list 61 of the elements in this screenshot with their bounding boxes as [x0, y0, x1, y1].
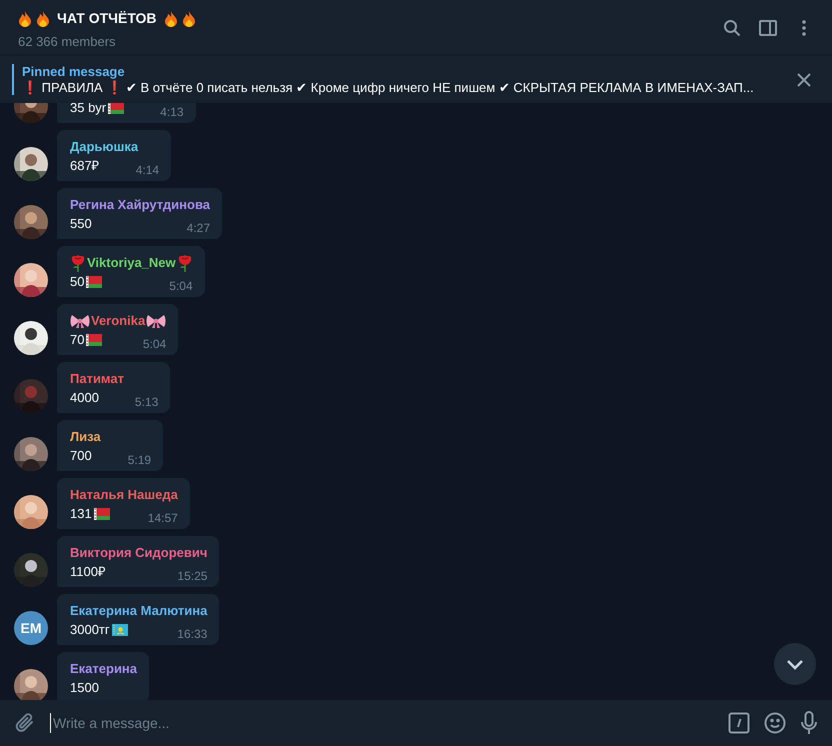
flag-icon	[112, 624, 128, 636]
message-text: 3000тг	[70, 621, 110, 639]
member-count: 62 366 members	[18, 33, 117, 51]
message-time: 4:14	[134, 162, 160, 179]
scroll-down-button[interactable]	[774, 643, 816, 685]
microphone-icon[interactable]	[800, 711, 818, 735]
message-time: 16:33	[176, 626, 208, 643]
message-time: 4:13	[159, 104, 184, 121]
message-text: 700	[70, 447, 92, 465]
pinned-label: Pinned message	[22, 64, 126, 80]
slash-command-icon[interactable]	[728, 712, 750, 734]
bow-icon	[70, 312, 90, 328]
message-text: 1500	[70, 679, 99, 697]
message-text: 50	[70, 273, 84, 291]
sender-name[interactable]: Виктория Сидоревич	[70, 542, 208, 562]
panel-icon	[759, 20, 777, 36]
message-text: 4000	[70, 389, 99, 407]
rose-icon	[176, 254, 193, 272]
avatar-initials[interactable]: EM	[14, 611, 48, 645]
message-text: 70	[70, 331, 84, 349]
flag-icon	[94, 508, 110, 520]
message-composer[interactable]: Write a message...	[0, 700, 832, 746]
sender-name[interactable]: Viktoriya_New	[87, 252, 176, 272]
pinned-text: ❗ ПРАВИЛА ❗ ✔ В отчёте 0 писать нельзя ✔ Кроме цифр ничего НЕ пишем ✔ СКРЫТАЯ РЕКЛАМА В ИМЕНАХ-ЗАП...	[22, 80, 755, 96]
flag-icon	[108, 103, 124, 114]
paperclip-icon[interactable]	[14, 712, 36, 734]
flag-icon	[86, 334, 102, 346]
pinned-message-bar[interactable]: Pinned message ❗ ПРАВИЛА ❗ ✔ В отчёте 0 писать нельзя ✔ Кроме цифр ничего НЕ пишем ✔ СКРЫТАЯ РЕКЛАМА В ИМЕНАХ-ЗАП...	[0, 55, 832, 103]
message-time: 5:19	[126, 452, 152, 469]
sender-name[interactable]: Екатерина Малютина	[70, 600, 208, 620]
sender-name[interactable]: Екатерина	[70, 658, 138, 678]
fire-icon	[36, 10, 50, 26]
message-time: 4:27	[186, 220, 210, 237]
message-time: 5:04	[142, 336, 166, 353]
emoji-icon[interactable]	[764, 712, 786, 734]
chat-title: ЧАТ ОТЧЁТОВ	[57, 9, 157, 28]
sender-name[interactable]: Наталья Нашеда	[70, 484, 178, 504]
more-icon	[802, 20, 806, 36]
flag-icon	[86, 276, 102, 288]
fire-icon	[18, 10, 32, 26]
fire-icon	[182, 10, 196, 26]
message-input[interactable]: Write a message...	[50, 713, 714, 733]
message-text: 1100₽	[70, 563, 106, 581]
bow-icon	[146, 312, 166, 328]
search-icon	[723, 19, 741, 37]
sender-name[interactable]: Veronika	[91, 310, 146, 330]
message-text: 687₽	[70, 157, 100, 175]
message-time: 5:13	[134, 394, 158, 411]
close-icon	[797, 72, 811, 86]
sender-name[interactable]: Патимат	[70, 368, 124, 388]
sender-name[interactable]: Регина Хайрутдинова	[70, 194, 210, 214]
sender-name[interactable]: Лиза	[70, 426, 101, 446]
message-time: 5:04	[168, 278, 193, 295]
chevron-down-icon	[786, 658, 804, 670]
message-time: 14:57	[146, 510, 178, 527]
message-text: 131	[70, 505, 92, 523]
sender-name[interactable]: Дарьюшка	[70, 136, 138, 156]
message-text: 550	[70, 215, 92, 233]
rose-icon	[70, 254, 86, 272]
fire-icon	[164, 10, 178, 26]
message-time: 15:25	[176, 568, 208, 585]
